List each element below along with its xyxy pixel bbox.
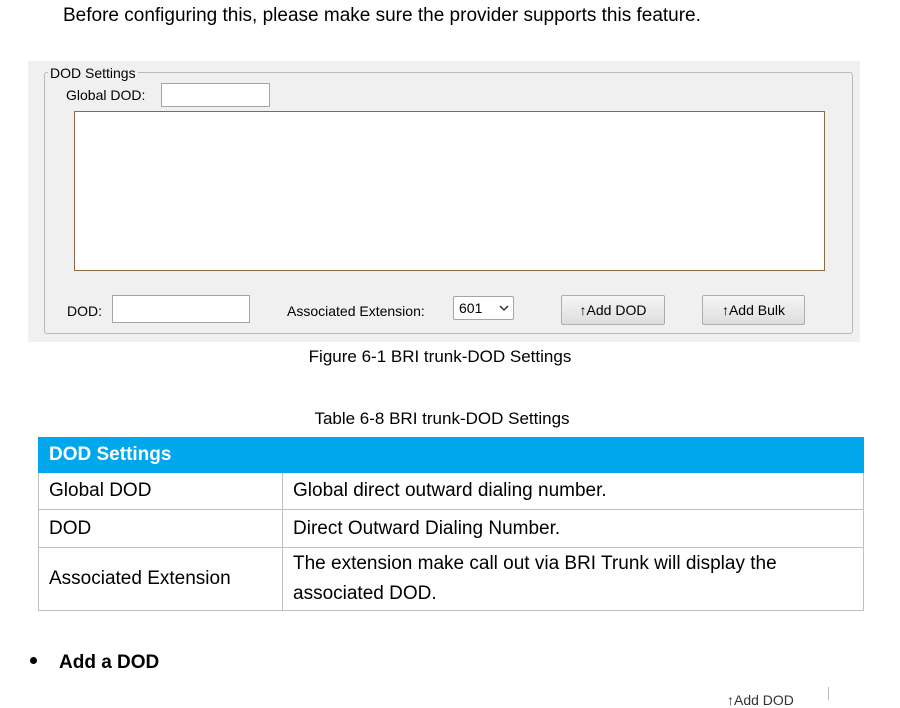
table-row: Global DOD Global direct outward dialing…: [38, 472, 864, 510]
cut-off-divider: [828, 687, 829, 700]
table-cell-description: The extension make call out via BRI Trun…: [282, 547, 864, 611]
chevron-down-icon: [499, 305, 509, 312]
table-header-cell: DOD Settings: [38, 437, 864, 473]
table-row: DOD Direct Outward Dialing Number.: [38, 509, 864, 548]
dod-settings-table: DOD Settings Global DOD Global direct ou…: [38, 437, 864, 611]
dod-settings-groupbox: DOD Settings Global DOD: DOD: Associated…: [44, 65, 853, 334]
groupbox-title: DOD Settings: [48, 65, 138, 81]
table-cell-name: DOD: [38, 509, 283, 548]
bullet-text: Add a DOD: [59, 652, 160, 673]
dod-input[interactable]: [112, 295, 250, 323]
associated-extension-label: Associated Extension:: [287, 303, 425, 319]
table-caption: Table 6-8 BRI trunk-DOD Settings: [314, 409, 570, 428]
dod-list-box[interactable]: [74, 111, 825, 271]
figure-caption: Figure 6-1 BRI trunk-DOD Settings: [308, 347, 572, 366]
bullet-item: Add a DOD: [30, 652, 159, 674]
table-header-row: DOD Settings: [38, 437, 864, 473]
table-cell-description: Global direct outward dialing number.: [282, 472, 864, 510]
table-cell-name: Global DOD: [38, 472, 283, 510]
associated-extension-select[interactable]: 601: [453, 296, 514, 320]
bullet-icon: [30, 657, 37, 665]
table-cell-name: Associated Extension: [38, 547, 283, 611]
global-dod-input[interactable]: [161, 83, 270, 107]
intro-text: Before configuring this, please make sur…: [63, 5, 701, 26]
cut-off-button-label: ↑Add DOD: [727, 692, 794, 708]
dod-label: DOD:: [67, 303, 102, 319]
global-dod-label: Global DOD:: [66, 87, 146, 103]
add-bulk-button[interactable]: ↑Add Bulk: [702, 295, 805, 325]
table-cell-description: Direct Outward Dialing Number.: [282, 509, 864, 548]
table-row: Associated Extension The extension make …: [38, 547, 864, 611]
associated-extension-value: 601: [459, 300, 483, 316]
add-dod-button[interactable]: ↑Add DOD: [561, 295, 665, 325]
dod-settings-figure: DOD Settings Global DOD: DOD: Associated…: [28, 61, 860, 342]
